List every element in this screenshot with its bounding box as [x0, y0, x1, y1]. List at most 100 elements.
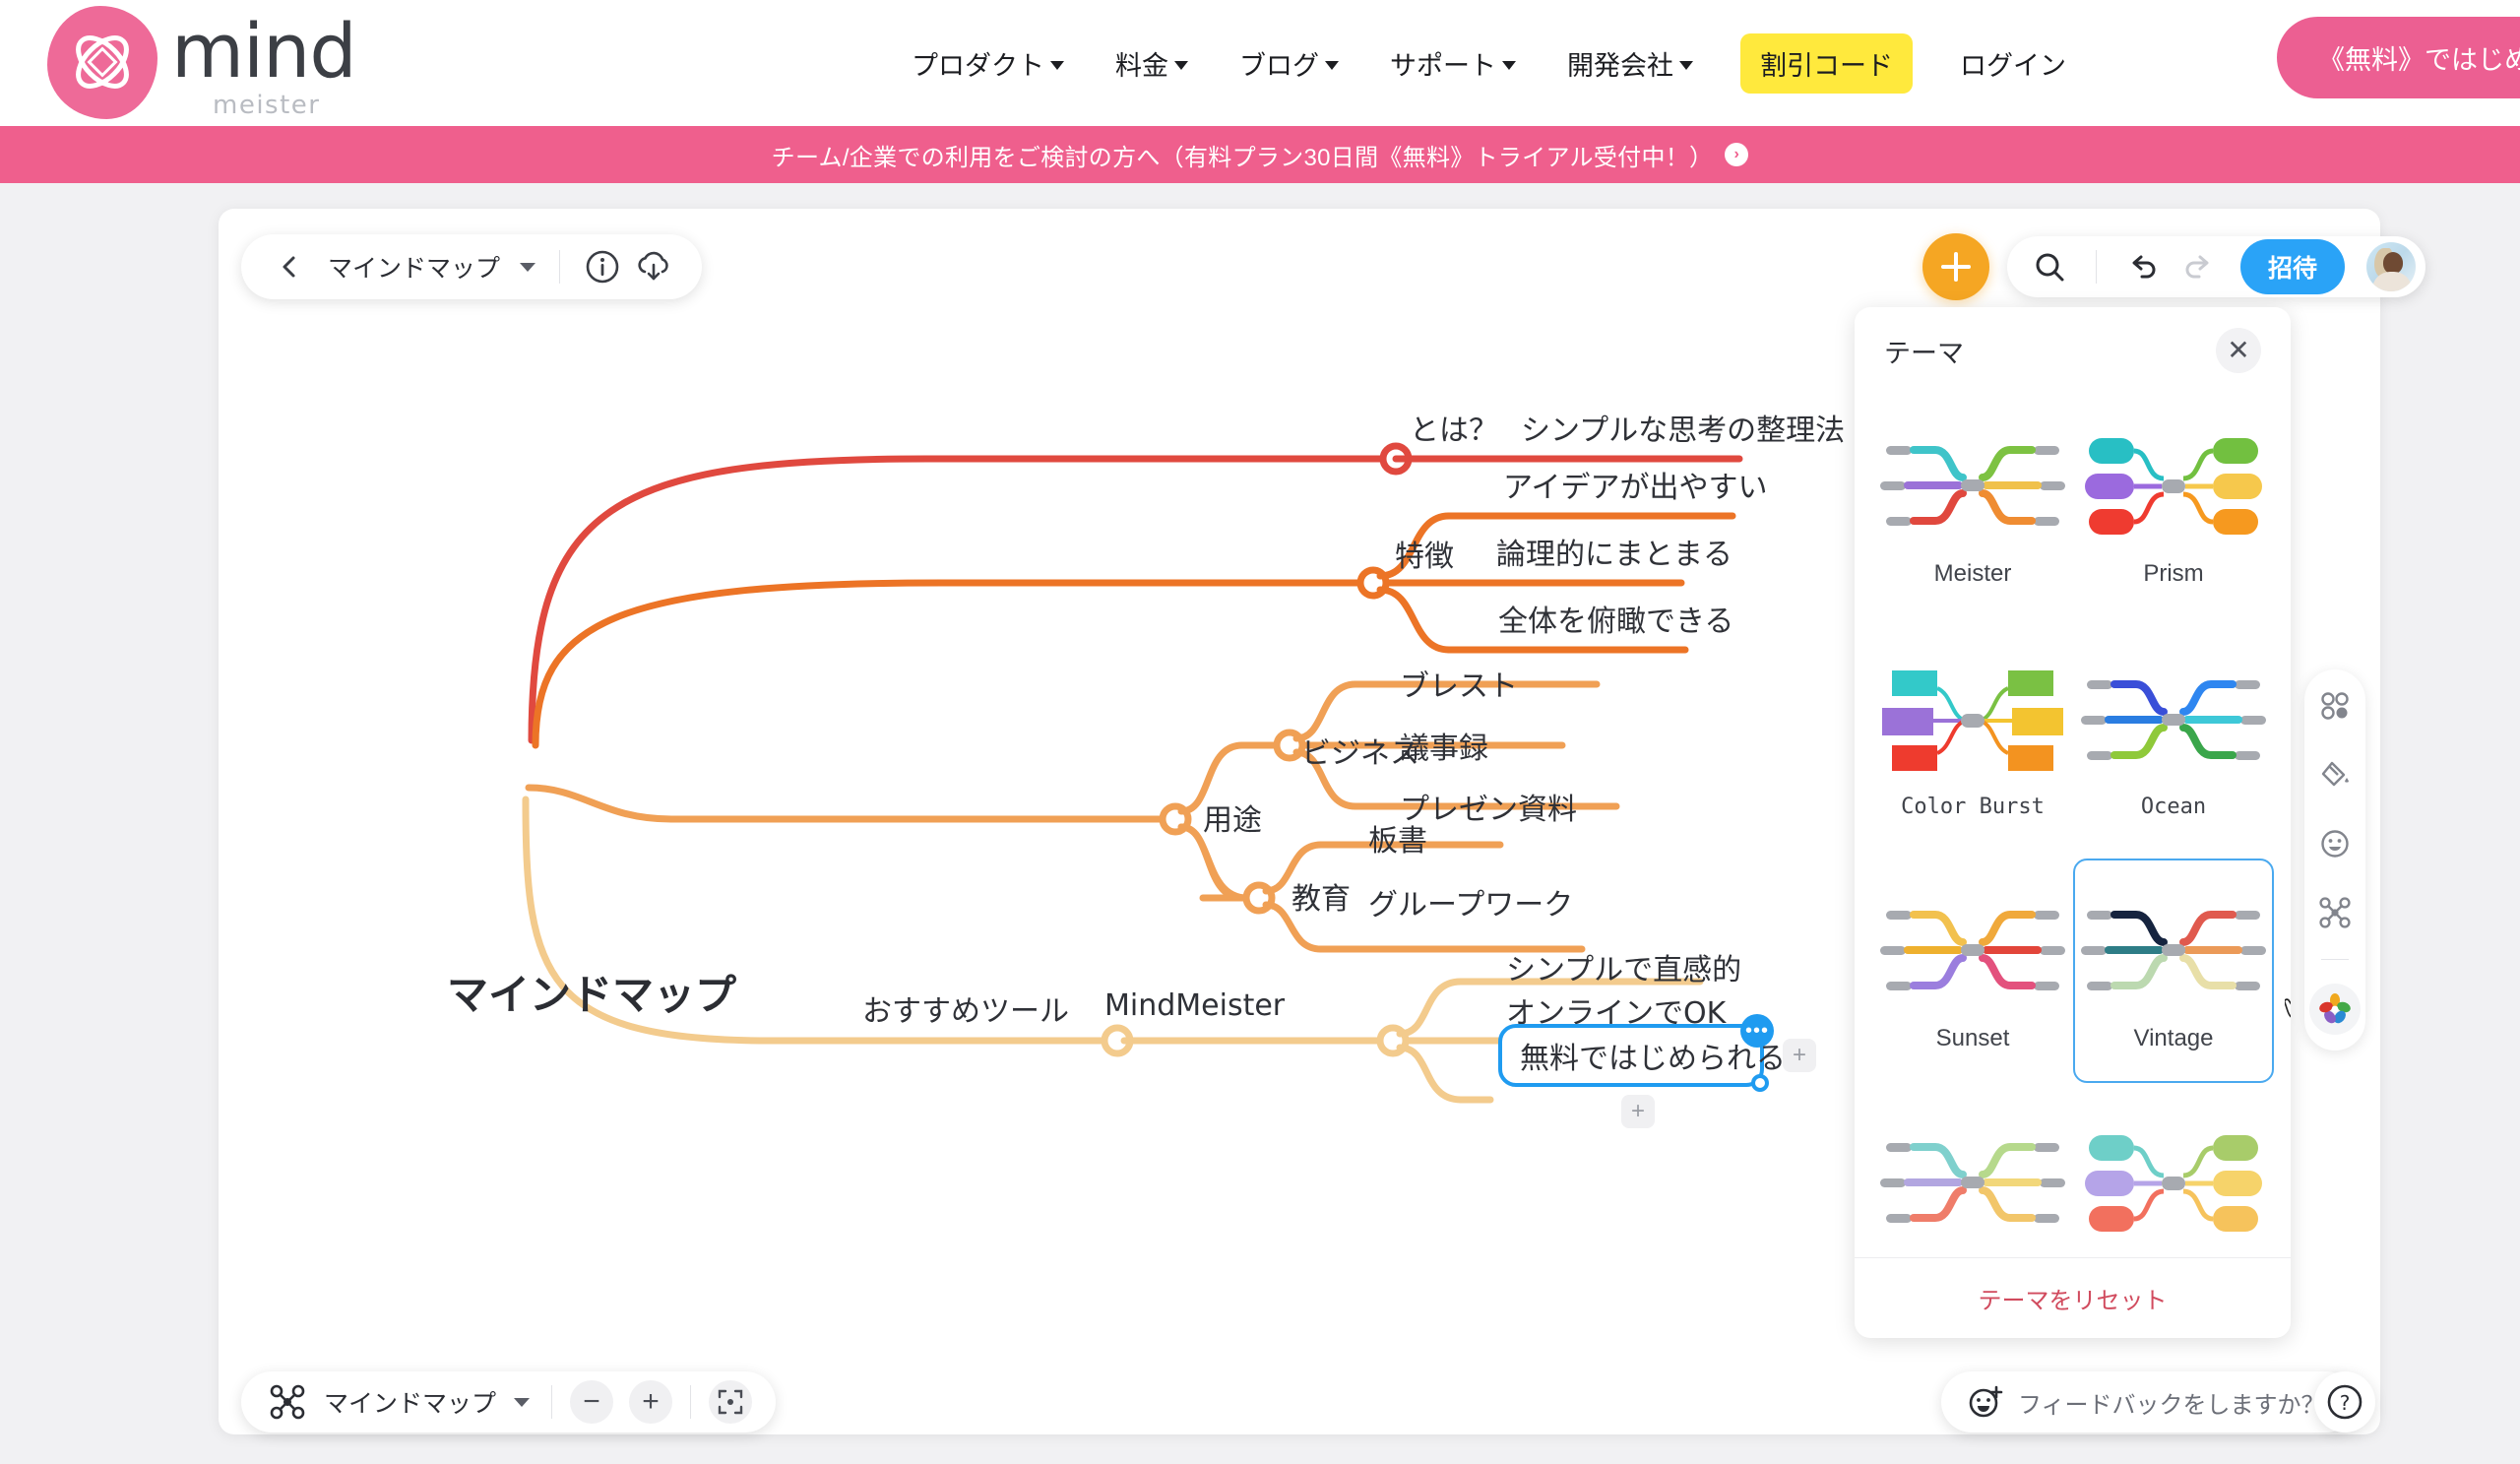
- theme-thumbnail: [2085, 1135, 2262, 1232]
- info-button[interactable]: [580, 244, 625, 289]
- redo-button[interactable]: [2175, 244, 2221, 289]
- theme-option-vintage[interactable]: Vintage: [2073, 859, 2291, 1083]
- theme-panel-header: テーマ ✕: [1855, 307, 2291, 394]
- mindmap-root-node[interactable]: マインドマップ: [447, 962, 736, 1022]
- divider: [551, 1385, 553, 1419]
- promo-banner-text: チーム/企業での利用をご検討の方へ（有料プラン30日間《無料》トライアル受付中！…: [771, 144, 1714, 171]
- theme-name: Prism: [2143, 560, 2204, 587]
- avatar-head: [2383, 252, 2404, 274]
- mindmap-node-education[interactable]: 教育: [1292, 874, 1351, 918]
- nav-item-pricing[interactable]: 料金: [1090, 44, 1214, 83]
- mindmeister-logo-icon: [47, 6, 158, 119]
- mindmap-node-mindmeister[interactable]: MindMeister: [1104, 988, 1285, 1023]
- mindmap-node-minutes[interactable]: 議事録: [1400, 724, 1488, 767]
- chevron-down-icon: [1325, 60, 1339, 70]
- discount-code-button[interactable]: 割引コード: [1740, 32, 1913, 94]
- document-toolbar: マインドマップ: [241, 234, 703, 299]
- chevron-down-icon[interactable]: [514, 1397, 531, 1407]
- editor-toolbar: 招待: [2007, 236, 2426, 297]
- nav-item-products[interactable]: プロダクト: [886, 44, 1090, 83]
- start-free-cta-button[interactable]: 《無料》ではじめる: [2277, 17, 2520, 98]
- zoom-in-button[interactable]: +: [629, 1380, 673, 1424]
- mindmap-node-brainstorm[interactable]: ブレスト: [1400, 662, 1518, 705]
- add-child-node-button[interactable]: +: [1621, 1095, 1655, 1128]
- nav-item-blog[interactable]: ブログ: [1214, 44, 1364, 83]
- invite-button[interactable]: 招待: [2240, 239, 2346, 294]
- theme-name: Meister: [1933, 560, 2012, 587]
- zoom-map-title[interactable]: マインドマップ: [314, 1384, 506, 1420]
- mindmap-node-logical[interactable]: 論理的にまとまる: [1496, 530, 1732, 573]
- node-options-icon[interactable]: •••: [1740, 1014, 1774, 1048]
- node-resize-handle[interactable]: [1751, 1074, 1769, 1092]
- info-circle-icon: [586, 250, 619, 284]
- undo-button[interactable]: [2120, 244, 2166, 289]
- add-sibling-node-button[interactable]: +: [1783, 1039, 1816, 1072]
- mindmap-node-icon[interactable]: [2312, 890, 2358, 935]
- feedback-label: フィードバックをしますか？: [2018, 1391, 2325, 1419]
- add-node-fab[interactable]: [1922, 233, 1989, 300]
- cloud-download-icon: [638, 251, 668, 281]
- layout-grid-icon[interactable]: [2312, 683, 2358, 729]
- paint-bucket-icon[interactable]: [2312, 752, 2358, 797]
- color-palette-icon[interactable]: [2309, 984, 2361, 1035]
- mindmap-node-simple-intuitive[interactable]: シンプルで直感的: [1506, 945, 1741, 988]
- divider: [690, 1385, 692, 1419]
- mindmap-node-simple-thinking[interactable]: シンプルな思考の整理法: [1521, 406, 1845, 449]
- mindmap-node-icon[interactable]: [265, 1379, 310, 1425]
- pointer-hand-cursor: [2284, 985, 2291, 1027]
- back-button[interactable]: [267, 244, 312, 289]
- theme-panel-footer: テーマをリセット: [1855, 1257, 2291, 1338]
- theme-thumbnail: [2081, 679, 2266, 760]
- logo-subtext: meister: [213, 91, 321, 120]
- site-logo[interactable]: mind meister: [47, 6, 357, 120]
- document-title[interactable]: マインドマップ: [318, 249, 510, 285]
- close-icon[interactable]: ✕: [2216, 328, 2261, 373]
- chevron-left-icon: [283, 256, 295, 278]
- avatar[interactable]: [2366, 242, 2417, 291]
- login-link[interactable]: ログイン: [1934, 44, 2092, 83]
- nav-label: 料金: [1115, 50, 1168, 81]
- chevron-down-icon: [1502, 60, 1516, 70]
- mindmap-node-blackboard[interactable]: 板書: [1368, 816, 1427, 859]
- mindmap-node-recommended-tool[interactable]: おすすめツール: [862, 987, 1069, 1030]
- mindmap-selected-node[interactable]: 無料ではじめられる •••: [1498, 1014, 1786, 1092]
- nav-label: プロダクト: [912, 50, 1044, 81]
- search-icon: [2036, 253, 2064, 282]
- theme-name: Sunset: [1935, 1025, 2010, 1051]
- theme-panel-title: テーマ: [1884, 338, 1964, 368]
- reset-theme-link[interactable]: テーマをリセット: [1979, 1281, 2168, 1315]
- theme-option-ocean[interactable]: Ocean: [2073, 626, 2274, 851]
- chevron-down-icon[interactable]: [520, 262, 536, 272]
- smiley-plus-icon: [1969, 1385, 2003, 1418]
- theme-option-bubbles[interactable]: Bubbles: [2073, 1091, 2274, 1257]
- theme-option-sunset[interactable]: Sunset: [1872, 859, 2073, 1083]
- redo-icon: [2185, 255, 2209, 279]
- theme-name: Vintage: [2133, 1025, 2214, 1051]
- arrow-right-icon: ›: [1725, 143, 1749, 166]
- emoji-smiley-icon[interactable]: [2312, 821, 2358, 866]
- theme-option-pastel[interactable]: Pastel: [1872, 1091, 2073, 1257]
- mindmap-node-overview[interactable]: 全体を俯瞰できる: [1498, 597, 1733, 640]
- search-button[interactable]: [2027, 244, 2072, 289]
- mindmap-node-toha[interactable]: とは？: [1410, 406, 1498, 449]
- theme-option-prism[interactable]: Prism: [2073, 394, 2274, 618]
- fit-to-screen-button[interactable]: [709, 1380, 753, 1424]
- theme-option-meister[interactable]: Meister: [1872, 394, 2073, 618]
- mindmap-node-features[interactable]: 特徴: [1395, 532, 1454, 575]
- mindmap-node-idea[interactable]: アイデアが出やすい: [1503, 463, 1768, 506]
- zoom-toolbar: マインドマップ − +: [241, 1371, 777, 1432]
- feedback-button[interactable]: フィードバックをしますか？: [1941, 1371, 2357, 1432]
- divider: [559, 250, 561, 284]
- download-button[interactable]: [631, 244, 676, 289]
- promo-banner[interactable]: チーム/企業での利用をご検討の方へ（有料プラン30日間《無料》トライアル受付中！…: [0, 126, 2520, 183]
- theme-option-color-burst[interactable]: Color Burst: [1872, 626, 2073, 851]
- zoom-out-button[interactable]: −: [570, 1380, 614, 1424]
- mindmap-node-usage[interactable]: 用途: [1203, 796, 1262, 839]
- nav-item-support[interactable]: サポート: [1364, 44, 1542, 83]
- chevron-down-icon: [1174, 60, 1188, 70]
- theme-thumbnail: [1880, 1143, 2065, 1223]
- mindmap-node-groupwork[interactable]: グループワーク: [1368, 880, 1573, 923]
- help-button[interactable]: ?: [2314, 1371, 2375, 1432]
- logo-wordmark: mind: [171, 7, 357, 95]
- nav-item-company[interactable]: 開発会社: [1542, 44, 1719, 83]
